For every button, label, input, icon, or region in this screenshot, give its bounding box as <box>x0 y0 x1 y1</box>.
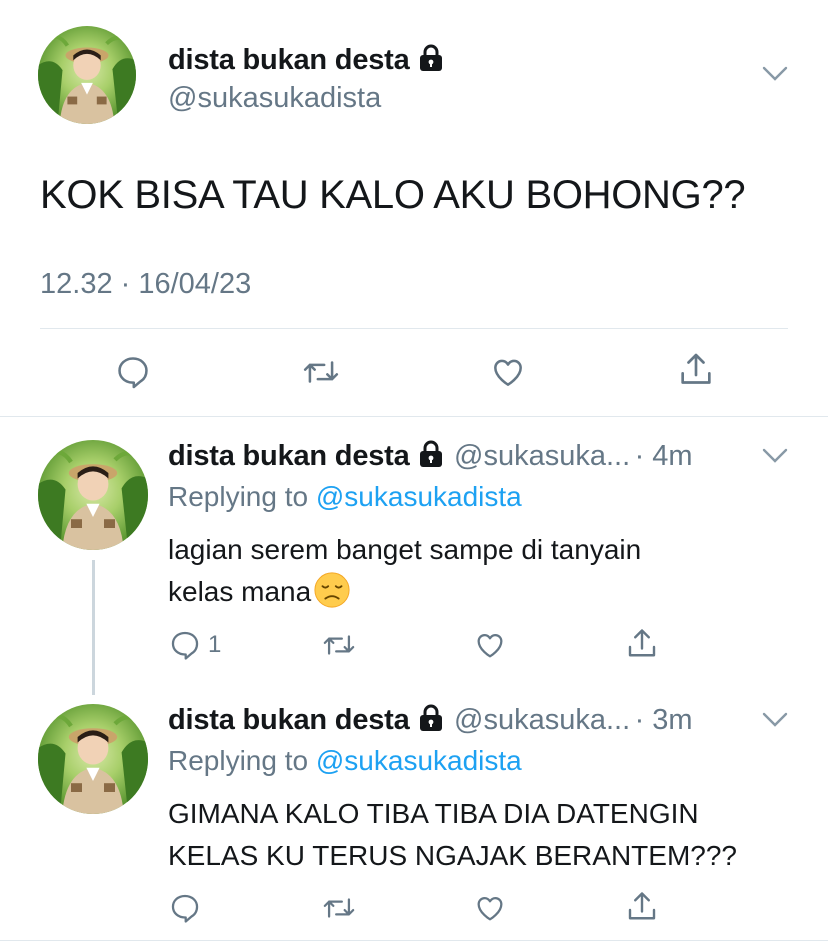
handle[interactable]: @sukasukadista <box>168 82 381 115</box>
reply-button[interactable] <box>114 353 152 391</box>
chevron-down-icon[interactable] <box>762 448 788 469</box>
like-button[interactable] <box>472 628 508 662</box>
heart-icon <box>472 891 508 925</box>
chevron-down-icon[interactable] <box>762 712 788 733</box>
avatar[interactable] <box>38 704 148 814</box>
section-divider <box>0 940 828 941</box>
retweet-icon <box>300 353 342 391</box>
retweet-icon <box>320 891 358 925</box>
handle[interactable]: @sukasuka... <box>454 440 630 472</box>
replying-to: Replying to @sukasukadista <box>168 745 522 777</box>
reply-time[interactable]: · 3m <box>635 704 693 736</box>
reply-icon <box>168 628 202 662</box>
reply-text: GIMANA KALO TIBA TIBA DIA DATENGIN KELAS… <box>168 793 808 877</box>
like-button[interactable] <box>472 891 508 925</box>
display-name[interactable]: dista bukan desta <box>168 44 444 80</box>
display-name[interactable]: dista bukan desta <box>168 704 410 736</box>
tweet-text: KOK BISA TAU KALO AKU BOHONG?? <box>40 173 746 217</box>
reply-header: dista bukan desta @sukasuka... · 3m <box>168 704 693 737</box>
lock-icon <box>418 44 444 80</box>
replying-to-link[interactable]: @sukasukadista <box>316 481 522 512</box>
reply-text-line: lagian serem banget sampe di tanyain <box>168 534 642 565</box>
divider <box>40 328 788 329</box>
share-button[interactable] <box>624 889 660 925</box>
tweet-timestamp[interactable]: 12.32 · 16/04/23 <box>40 268 251 301</box>
reply-text-line: KELAS KU TERUS NGAJAK BERANTEM??? <box>168 840 737 871</box>
like-button[interactable] <box>488 353 528 391</box>
reply-header: dista bukan desta @sukasuka... · 4m <box>168 440 693 473</box>
retweet-icon <box>320 628 358 662</box>
lock-icon <box>418 704 444 737</box>
retweet-button[interactable] <box>320 628 358 662</box>
reply-icon <box>114 353 152 391</box>
display-name-text[interactable]: dista bukan desta <box>168 44 410 76</box>
heart-icon <box>488 353 528 391</box>
reply-count: 1 <box>208 631 222 658</box>
share-button[interactable] <box>624 626 660 662</box>
reply-button[interactable]: 1 <box>168 628 221 662</box>
share-icon <box>676 350 716 390</box>
share-button[interactable] <box>676 350 716 390</box>
share-icon <box>624 889 660 925</box>
reply-icon <box>168 891 202 925</box>
reply-button[interactable] <box>168 891 202 925</box>
lock-icon <box>418 440 444 473</box>
reply-text-line: kelas mana <box>168 571 768 613</box>
replying-to: Replying to @sukasukadista <box>168 481 522 513</box>
handle[interactable]: @sukasuka... <box>454 704 630 736</box>
replying-prefix: Replying to <box>168 745 309 776</box>
avatar[interactable] <box>38 26 136 124</box>
reply-text: lagian serem banget sampe di tanyain kel… <box>168 529 768 613</box>
reply-time[interactable]: · 4m <box>635 440 693 472</box>
heart-icon <box>472 628 508 662</box>
avatar[interactable] <box>38 440 148 550</box>
disappointed-face-emoji <box>313 571 351 609</box>
share-icon <box>624 626 660 662</box>
reply-text-line-2: kelas mana <box>168 576 312 607</box>
replying-to-link[interactable]: @sukasukadista <box>316 745 522 776</box>
thread-line <box>92 560 95 695</box>
display-name[interactable]: dista bukan desta <box>168 440 410 472</box>
section-divider <box>0 416 828 417</box>
reply-text-line: GIMANA KALO TIBA TIBA DIA DATENGIN <box>168 798 699 829</box>
replying-prefix: Replying to <box>168 481 309 512</box>
retweet-button[interactable] <box>300 353 342 391</box>
retweet-button[interactable] <box>320 891 358 925</box>
chevron-down-icon[interactable] <box>762 66 788 87</box>
